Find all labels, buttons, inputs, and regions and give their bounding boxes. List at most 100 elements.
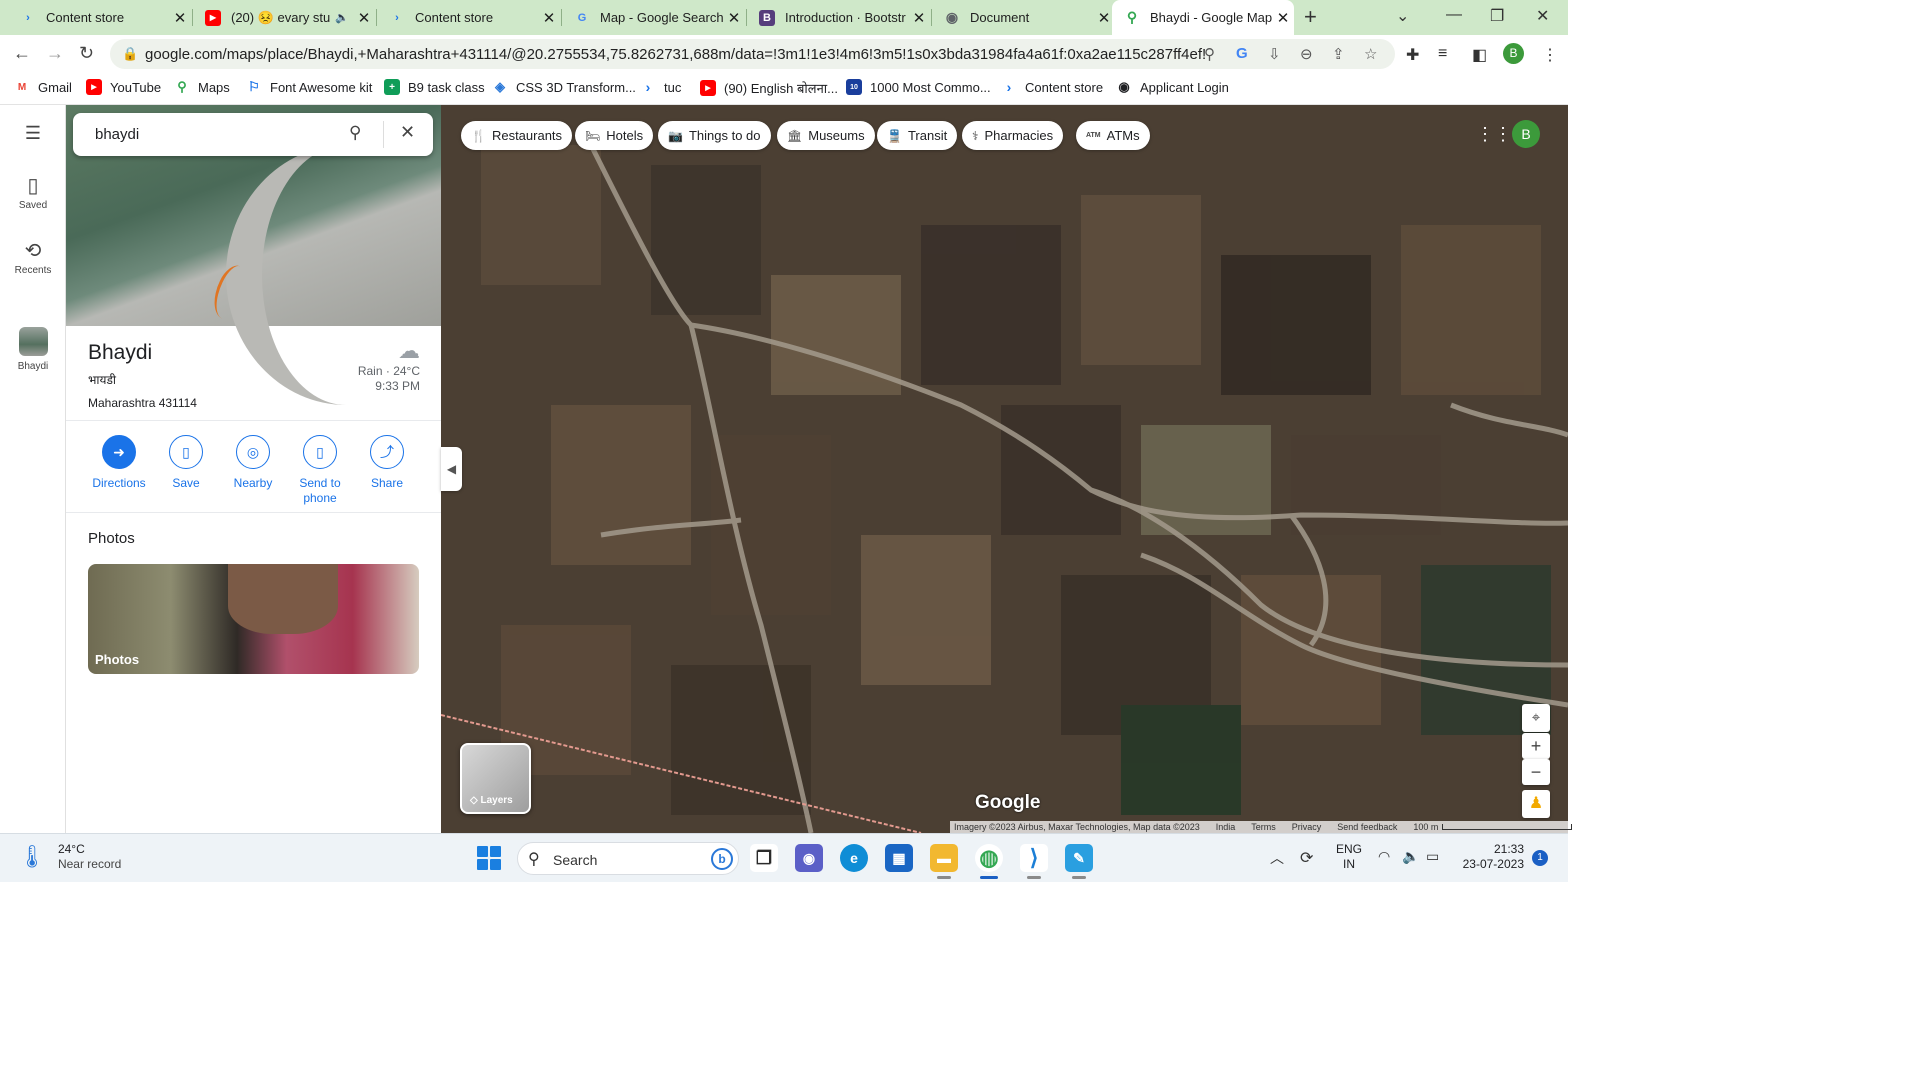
address-bar[interactable]: 🔒 google.com/maps/place/Bhaydi,+Maharash… xyxy=(110,39,1395,69)
collapse-panel-button[interactable]: ◀ xyxy=(441,447,462,491)
bookmark-english[interactable]: ▶ (90) English बोलना... xyxy=(700,79,838,97)
chip-things-to-do[interactable]: 📷 Things to do xyxy=(658,121,771,150)
share-icon[interactable]: ⇪ xyxy=(1332,45,1345,63)
share-button[interactable]: ⤴ Share xyxy=(354,435,420,491)
bookmark-tuc[interactable]: › tuc xyxy=(640,79,682,95)
bookmark-youtube[interactable]: ▶ YouTube xyxy=(86,79,161,95)
bookmark-maps[interactable]: ⚲ Maps xyxy=(174,79,230,95)
maximize-icon[interactable]: ❐ xyxy=(1490,6,1504,26)
menu-icon[interactable]: ⋮ xyxy=(1542,45,1558,65)
vscode-icon[interactable]: ⟩ xyxy=(1020,844,1048,872)
close-icon[interactable]: ✕ xyxy=(400,122,415,143)
search-input[interactable]: bhaydi xyxy=(95,126,139,143)
tab-bootstrap[interactable]: B Introduction · Bootstr ✕ xyxy=(747,0,930,35)
tab-search-icon[interactable]: ⌄ xyxy=(1396,6,1409,26)
chip-restaurants[interactable]: 🍴 Restaurants xyxy=(461,121,573,150)
zoom-in-button[interactable]: + xyxy=(1522,733,1550,759)
bookmark-font-awesome[interactable]: ⚐ Font Awesome kit xyxy=(246,79,372,95)
weather-widget[interactable]: 🌡 24°C Near record xyxy=(18,842,121,872)
edge-icon[interactable]: e xyxy=(840,844,868,872)
bookmark-content-store[interactable]: › Content store xyxy=(1001,79,1103,95)
street-view-pegman-icon[interactable]: ♟ xyxy=(1522,790,1550,818)
teams-icon[interactable]: ◉ xyxy=(795,844,823,872)
map-canvas[interactable] xyxy=(441,105,1568,833)
google-lens-icon[interactable]: G xyxy=(1236,45,1248,62)
lock-icon[interactable]: 🔒 xyxy=(122,46,138,62)
sync-icon[interactable]: ⟳ xyxy=(1300,848,1313,868)
wifi-icon[interactable]: ◠ xyxy=(1378,848,1390,865)
close-icon[interactable]: ✕ xyxy=(353,9,375,27)
photos-tile[interactable]: Photos xyxy=(88,564,419,674)
layers-button[interactable]: ◇ Layers xyxy=(460,743,531,814)
tab-document[interactable]: ◉ Document ✕ xyxy=(932,0,1115,35)
file-explorer-icon[interactable]: ▬ xyxy=(930,844,958,872)
directions-button[interactable]: ➜ Directions xyxy=(86,435,152,491)
new-tab-button[interactable]: + xyxy=(1304,4,1317,30)
back-icon[interactable]: ← xyxy=(13,43,31,64)
close-icon[interactable]: ✕ xyxy=(1272,9,1294,27)
scale-bar[interactable]: 100 m xyxy=(1413,821,1573,833)
language-indicator[interactable]: ENG IN xyxy=(1336,842,1362,872)
tab-content-store-2[interactable]: › Content store ✕ xyxy=(377,0,560,35)
country-link[interactable]: India xyxy=(1216,821,1236,833)
volume-icon[interactable]: 🔈 xyxy=(1402,848,1419,865)
location-icon[interactable]: ⚲ xyxy=(1204,45,1215,63)
save-button[interactable]: ▯ Save xyxy=(153,435,219,491)
close-icon[interactable]: ✕ xyxy=(723,9,745,27)
chip-transit[interactable]: 🚆 Transit xyxy=(877,121,958,150)
paint-icon[interactable]: ✎ xyxy=(1065,844,1093,872)
tab-google-maps[interactable]: ⚲ Bhaydi - Google Map ✕ xyxy=(1112,0,1294,35)
my-location-icon[interactable]: ⌖ xyxy=(1522,704,1550,732)
taskbar-search[interactable]: ⚲ Search b xyxy=(517,842,739,875)
battery-icon[interactable]: ▭ xyxy=(1426,848,1439,865)
forward-icon[interactable]: → xyxy=(46,43,64,64)
notification-badge[interactable]: 1 xyxy=(1532,850,1548,866)
bookmark-b9-task[interactable]: + B9 task class xyxy=(384,79,485,95)
send-to-phone-button[interactable]: ▯ Send to phone xyxy=(287,435,353,506)
rail-bhaydi[interactable]: Bhaydi xyxy=(0,327,66,372)
show-hidden-icons[interactable]: ︿ xyxy=(1270,848,1284,868)
privacy-link[interactable]: Privacy xyxy=(1292,821,1322,833)
search-icon[interactable]: ⚲ xyxy=(349,123,361,143)
bing-icon[interactable]: b xyxy=(711,848,733,870)
install-icon[interactable]: ⇩ xyxy=(1268,45,1281,63)
nearby-button[interactable]: ◎ Nearby xyxy=(220,435,286,491)
rail-recents[interactable]: ⟲ Recents xyxy=(0,238,66,276)
zoom-icon[interactable]: ⊖ xyxy=(1300,45,1313,63)
terms-link[interactable]: Terms xyxy=(1251,821,1276,833)
hamburger-menu-icon[interactable]: ☰ xyxy=(0,123,66,144)
clock[interactable]: 21:33 23-07-2023 xyxy=(1462,842,1524,872)
close-window-icon[interactable]: ✕ xyxy=(1536,6,1549,26)
chip-museums[interactable]: 🏛 Museums xyxy=(777,121,875,150)
mute-tab-icon[interactable]: 🔈 xyxy=(331,11,353,24)
minimize-icon[interactable]: — xyxy=(1446,6,1462,24)
account-avatar[interactable]: B xyxy=(1512,120,1540,148)
bookmark-css-3d[interactable]: ◈ CSS 3D Transform... xyxy=(492,79,636,95)
rail-saved[interactable]: ▯ Saved xyxy=(0,173,66,211)
bookmark-applicant-login[interactable]: ◉ Applicant Login xyxy=(1116,79,1229,95)
side-panel-icon[interactable]: ◧ xyxy=(1472,45,1487,65)
bookmark-1000-most[interactable]: 10 1000 Most Commo... xyxy=(846,79,991,95)
start-button[interactable] xyxy=(477,846,501,870)
search-box[interactable]: bhaydi ⚲ ✕ xyxy=(73,113,433,156)
bookmark-star-icon[interactable]: ☆ xyxy=(1364,45,1377,63)
close-icon[interactable]: ✕ xyxy=(908,9,930,27)
zoom-out-button[interactable]: − xyxy=(1522,759,1550,785)
url-text[interactable]: google.com/maps/place/Bhaydi,+Maharashtr… xyxy=(145,46,1205,63)
reload-icon[interactable]: ↻ xyxy=(79,43,94,64)
send-feedback-link[interactable]: Send feedback xyxy=(1337,821,1397,833)
chrome-icon[interactable]: ◍ xyxy=(975,844,1003,872)
task-view-icon[interactable]: ❐ xyxy=(750,844,778,872)
media-control-icon[interactable]: ≡ xyxy=(1438,45,1447,63)
bookmark-gmail[interactable]: M Gmail xyxy=(14,79,72,95)
tab-youtube[interactable]: ▶ (20) 😣 evary stu 🔈 ✕ xyxy=(193,0,375,35)
close-icon[interactable]: ✕ xyxy=(169,9,191,27)
extensions-icon[interactable]: ✚ xyxy=(1406,45,1419,65)
close-icon[interactable]: ✕ xyxy=(538,9,560,27)
chip-atms[interactable]: ATM ATMs xyxy=(1076,121,1150,150)
chip-pharmacies[interactable]: ⚕ Pharmacies xyxy=(962,121,1064,150)
tab-google-search[interactable]: G Map - Google Search ✕ xyxy=(562,0,745,35)
profile-avatar[interactable]: B xyxy=(1503,43,1524,64)
tab-content-store-1[interactable]: › Content store ✕ xyxy=(8,0,191,35)
store-icon[interactable]: ▦ xyxy=(885,844,913,872)
